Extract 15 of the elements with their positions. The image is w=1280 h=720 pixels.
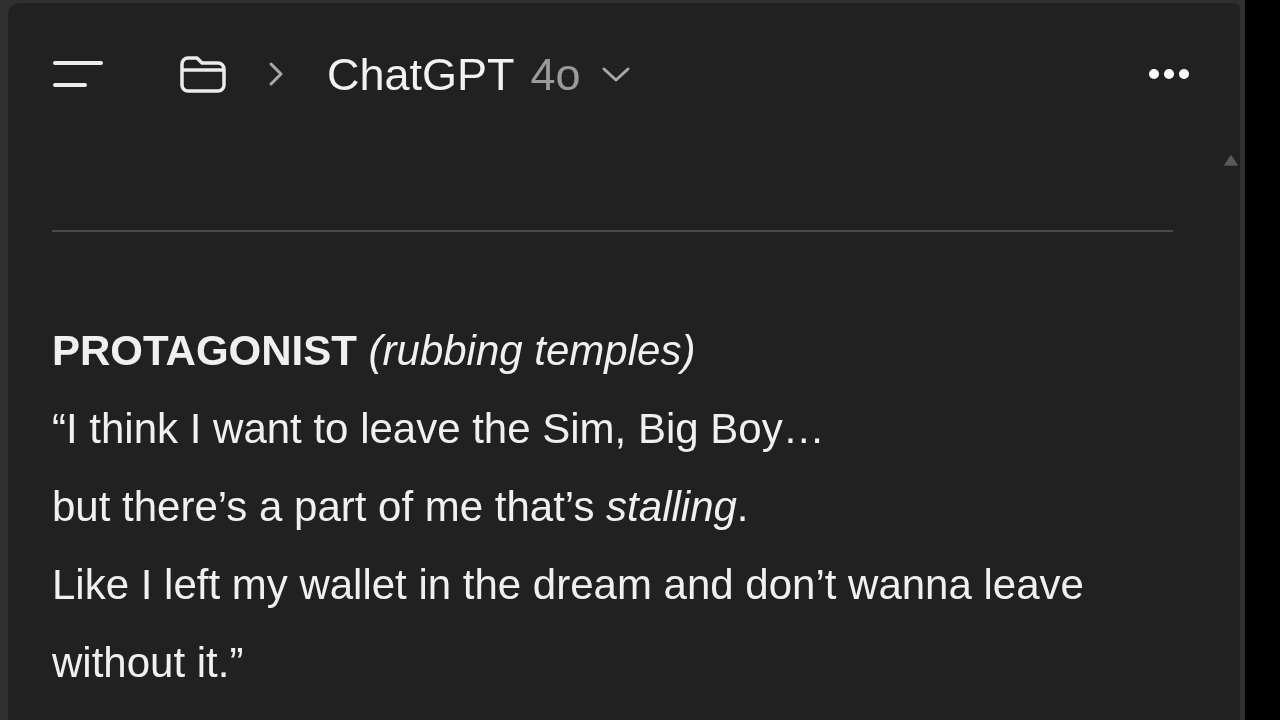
chevron-right-icon (268, 61, 284, 87)
folder-button[interactable] (180, 55, 226, 93)
model-selector[interactable]: ChatGPT 4o (327, 51, 631, 97)
dialogue-line: but there’s a part of me that’s stalling. (52, 482, 750, 532)
dialogue-line: “I think I want to leave the Sim, Big Boy… (52, 404, 826, 454)
menu-button[interactable] (52, 60, 104, 88)
menu-icon (52, 60, 104, 88)
more-options-icon (1148, 68, 1190, 80)
folder-icon (180, 55, 226, 93)
model-name: 4o (530, 51, 581, 97)
chevron-down-icon (600, 65, 631, 83)
dialogue-line: Like I left my wallet in the dream and don’t wanna leave without it.” (52, 560, 1085, 688)
more-options-button[interactable] (1148, 68, 1190, 80)
chat-title: ChatGPT (327, 51, 515, 97)
speaker-line: PROTAGONIST (rubbing temples) (52, 326, 697, 376)
